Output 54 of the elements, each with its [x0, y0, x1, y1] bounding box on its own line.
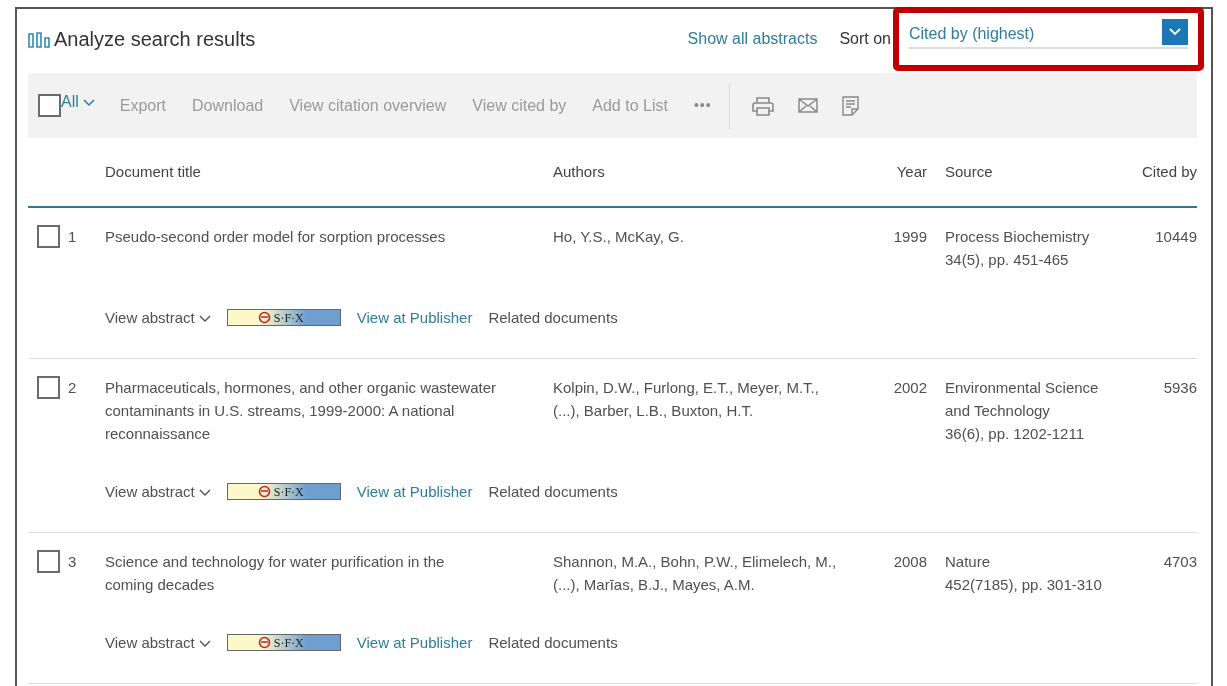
pdf-icon[interactable]	[841, 95, 859, 116]
chevron-down-icon	[198, 315, 211, 323]
row-number: 1	[68, 227, 77, 247]
related-documents-link[interactable]: Related documents	[488, 480, 618, 503]
document-title: Science and technology for water purification in the coming decades	[105, 552, 446, 595]
publisher-link[interactable]: View at Publisher	[356, 631, 473, 654]
bar-chart-icon	[28, 32, 50, 48]
checkbox[interactable]	[37, 225, 60, 248]
print-icon[interactable]	[751, 95, 774, 116]
cited-by-count: 5936	[1162, 378, 1197, 398]
year-cell-text: 2008	[892, 552, 927, 572]
checkbox[interactable]	[37, 550, 60, 573]
dropdown-toggle[interactable]	[1162, 19, 1188, 45]
checkbox[interactable]	[38, 94, 61, 117]
column-header[interactable]: Document title	[105, 160, 553, 184]
sfx-link-badge[interactable]: S·F·X	[226, 483, 341, 500]
source-cell-text: Process Biochemistry 34(5), pp. 451-465	[945, 227, 1091, 270]
authors-cell-text: Ho, Y.S., McKay, G.	[553, 227, 685, 247]
chevron-down-icon	[1169, 28, 1181, 36]
view-abstract-toggle[interactable]: View abstract	[105, 306, 211, 329]
authors-cell-text: Kolpin, D.W., Furlong, E.T., Meyer, M.T., (...), Barber, L.B., Buxton, H.T.	[553, 378, 820, 421]
year-cell-text: 2002	[892, 378, 927, 398]
year-cell-text: 1999	[892, 227, 927, 247]
column-header[interactable]: Year	[875, 160, 927, 184]
publisher-link[interactable]: View at Publisher	[356, 480, 473, 503]
row-number: 3	[68, 552, 77, 572]
view-abstract-toggle[interactable]: View abstract	[105, 480, 211, 503]
select-all-dropdown[interactable]: All	[61, 89, 95, 114]
source-cell-text: Nature 452(7185), pp. 301-310	[945, 552, 1103, 595]
related-documents-link[interactable]: Related documents	[488, 306, 618, 329]
document-title: Pharmaceuticals, hormones, and other organic wastewater contaminants in U.S. streams, 1999-2000: A national reconnaissance	[105, 378, 498, 444]
view-abstract-toggle[interactable]: View abstract	[105, 631, 211, 654]
sfx-link-badge[interactable]: S·F·X	[226, 634, 341, 651]
source-cell-text: Environmental Science and Technology 36(6), pp. 1202-1211	[945, 378, 1100, 444]
panel-title: Analyze search results	[54, 27, 256, 52]
checkbox[interactable]	[37, 376, 60, 399]
related-documents-link[interactable]: Related documents	[488, 631, 618, 654]
chevron-down-icon	[198, 640, 211, 648]
sfx-link-badge[interactable]: S·F·X	[226, 309, 341, 326]
chevron-down-icon	[82, 99, 95, 107]
sort-dropdown[interactable]: Cited by (highest)	[909, 21, 1188, 49]
chevron-down-icon	[198, 489, 211, 497]
document-title: Pseudo-second order model for sorption processes	[105, 227, 447, 247]
column-header[interactable]: Cited by	[1105, 160, 1197, 184]
cited-by-count: 10449	[1154, 227, 1197, 247]
authors-cell-text: Shannon, M.A., Bohn, P.W., Elimelech, M., (...), Marīas, B.J., Mayes, A.M.	[553, 552, 838, 595]
row-number: 2	[68, 378, 77, 398]
email-icon[interactable]	[797, 98, 818, 113]
publisher-link[interactable]: View at Publisher	[356, 306, 473, 329]
column-header[interactable]: Source	[945, 160, 1105, 184]
column-header[interactable]: Authors	[553, 160, 875, 184]
cited-by-count: 4703	[1162, 552, 1197, 572]
sort-label: Sort on	[839, 29, 891, 49]
show-abstracts-link[interactable]: Show all abstracts	[687, 27, 818, 51]
